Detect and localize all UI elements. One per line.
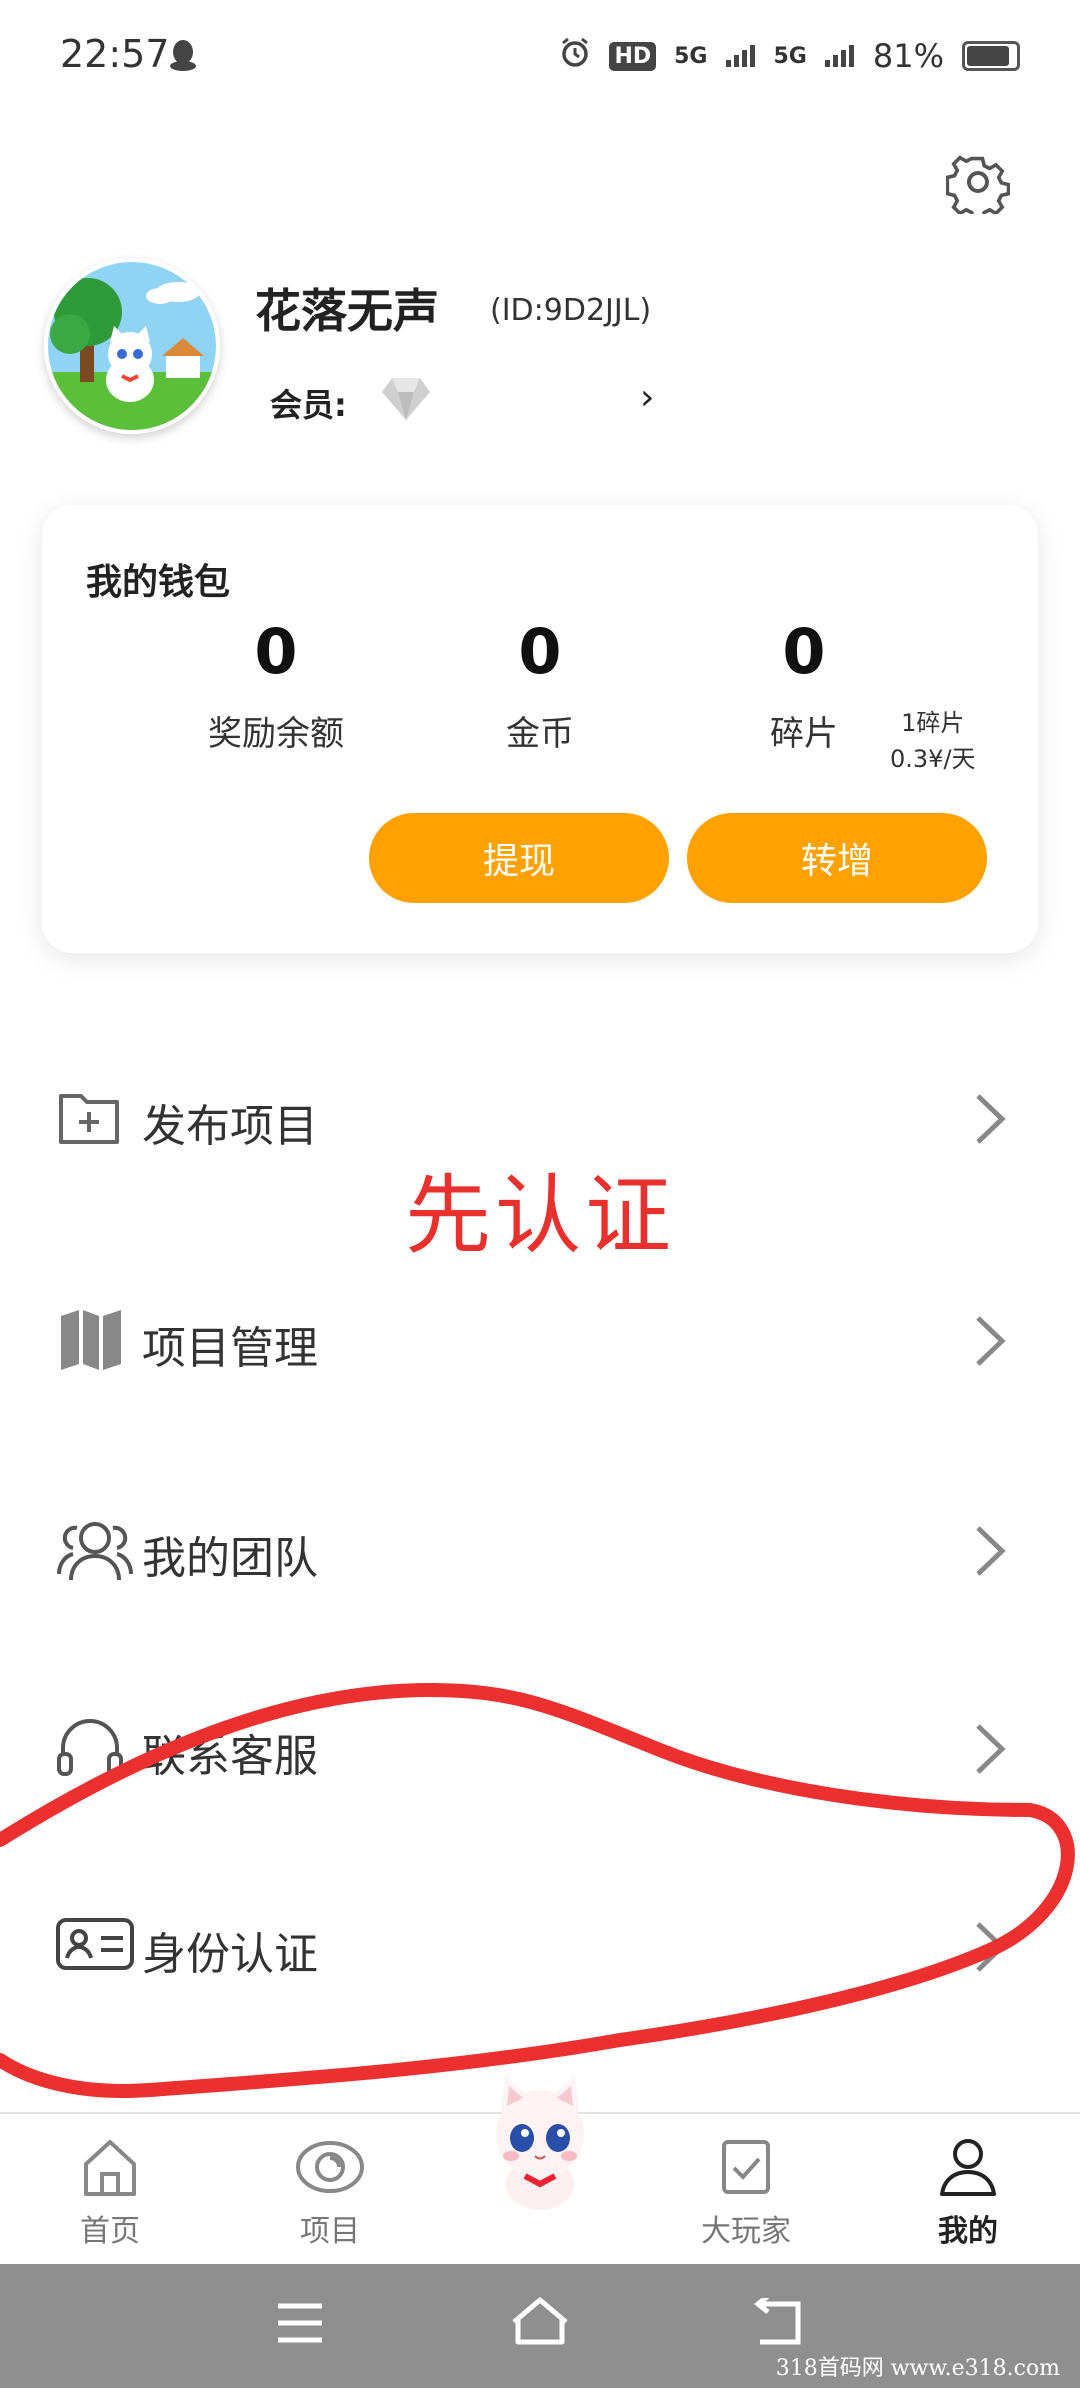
shard-rate-line1: 1碎片 [901, 709, 965, 737]
watermark: 318首码网 www.e318.com [775, 2356, 1060, 2381]
avatar[interactable] [44, 258, 220, 434]
nickname: 花落无声 [255, 284, 439, 338]
signal-bars-icon [824, 37, 855, 75]
folder-plus-icon [55, 1086, 125, 1150]
eye-icon [296, 2141, 364, 2193]
qq-notification-icon [168, 38, 198, 72]
team-icon [55, 1518, 133, 1582]
menu-item-project-management[interactable]: 项目管理 [0, 1290, 1080, 1390]
status-time: 22:57 [60, 32, 170, 76]
nav-label: 我的 [938, 2214, 998, 2249]
coins-value: 0 [518, 615, 562, 688]
wallet-stat-reward[interactable]: 0 奖励余额 [126, 615, 426, 755]
menu-label: 我的团队 [142, 1533, 318, 1584]
member-chevron-icon[interactable]: › [640, 377, 654, 418]
diamond-icon [380, 374, 432, 422]
system-home-icon[interactable] [510, 2296, 570, 2350]
nav-mine[interactable]: 我的 [888, 2136, 1048, 2250]
transfer-button[interactable]: 转增 [687, 813, 987, 903]
signal-5g-2: 5G [773, 43, 807, 69]
nav-label: 项目 [300, 2214, 360, 2249]
system-navigation-bar: 318首码网 www.e318.com [0, 2264, 1080, 2388]
chevron-right-icon [970, 1312, 1010, 1370]
chevron-right-icon [970, 1090, 1010, 1148]
user-id: (ID:9D2JJL) [490, 293, 652, 328]
signal-bars-icon [725, 37, 756, 75]
battery-icon [962, 41, 1020, 71]
hd-icon: HD [609, 41, 657, 71]
settings-gear-icon[interactable] [945, 150, 1011, 222]
shard-rate-note: 1碎片 0.3¥/天 [890, 705, 976, 777]
menu-label: 发布项目 [142, 1101, 318, 1152]
reward-balance-label: 奖励余额 [208, 714, 344, 754]
menu-item-my-team[interactable]: 我的团队 [0, 1500, 1080, 1600]
system-back-icon[interactable] [752, 2294, 806, 2352]
annotation-circle [0, 1682, 1075, 2098]
shards-value: 0 [782, 615, 826, 688]
wallet-stat-coins[interactable]: 0 金币 [390, 615, 690, 755]
menu-label: 项目管理 [142, 1323, 318, 1374]
annotation-verify-first: 先认证 [405, 1166, 675, 1266]
home-icon [84, 2140, 136, 2196]
checkbox-icon [722, 2140, 770, 2194]
nav-home[interactable]: 首页 [30, 2136, 190, 2250]
status-indicators: HD 5G 5G 81% [559, 36, 1020, 76]
battery-percent: 81% [872, 37, 944, 75]
reward-balance-value: 0 [254, 615, 298, 688]
wallet-title: 我的钱包 [86, 562, 231, 603]
nav-big-player[interactable]: 大玩家 [666, 2136, 826, 2250]
chevron-right-icon [970, 1522, 1010, 1580]
signal-5g-1: 5G [674, 43, 708, 69]
menu-lines-icon[interactable] [275, 2302, 325, 2348]
mascot-cat-button[interactable] [475, 2072, 605, 2212]
user-icon [940, 2139, 996, 2196]
withdraw-button[interactable]: 提现 [369, 813, 669, 903]
nav-label: 大玩家 [701, 2214, 791, 2249]
coins-label: 金币 [506, 714, 574, 754]
nav-projects[interactable]: 项目 [250, 2136, 410, 2250]
nav-label: 首页 [80, 2214, 140, 2249]
wallet-card: 我的钱包 0 奖励余额 0 金币 0 碎片 1碎片 0.3¥/天 提现 转增 [42, 505, 1038, 953]
alarm-icon [559, 36, 591, 76]
map-icon [55, 1308, 125, 1372]
member-label: 会员: [270, 386, 347, 424]
shard-rate-line2: 0.3¥/天 [890, 745, 976, 773]
